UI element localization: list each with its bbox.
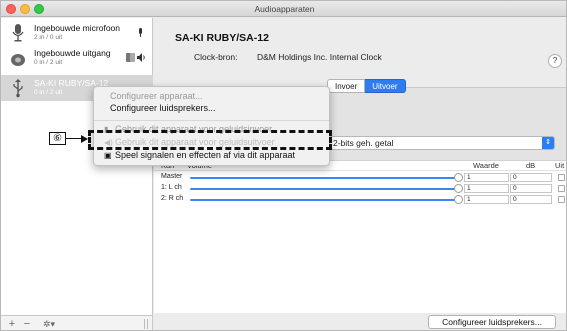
header-uit: Uit [555, 161, 565, 170]
menu-separator [94, 120, 329, 121]
menu-item-label: Speel signalen en effecten af via dit ap… [115, 150, 295, 160]
menu-item-configure-device[interactable]: Configureer apparaat... [110, 91, 203, 101]
mute-checkbox[interactable] [558, 185, 565, 192]
device-io: 0 in / 2 uit [34, 89, 63, 96]
configure-speakers-button[interactable]: Configureer luidsprekers... [428, 315, 556, 329]
volume-slider-knob[interactable] [454, 184, 463, 193]
help-button[interactable]: ? [548, 54, 562, 68]
volume-slider-track[interactable] [190, 199, 458, 201]
usb-icon [13, 79, 23, 98]
channel-label: 1: L ch [161, 184, 182, 191]
audio-devices-window: Audioapparaten Ingebouwde microfoon 2 in… [0, 0, 567, 331]
format-select-value: 2-bits geh. getal [333, 138, 394, 148]
add-device-button[interactable]: + [6, 318, 18, 330]
value-field[interactable]: 1 [464, 173, 509, 182]
table-row: 1: L ch 1 0 [154, 184, 566, 193]
device-item-microphone[interactable]: Ingebouwde microfoon 2 in / 0 uit [1, 20, 153, 46]
db-field[interactable]: 0 [510, 173, 552, 182]
device-detail-pane: SA-KI RUBY/SA-12 Clock-bron: D&M Holding… [154, 18, 566, 330]
device-name: Ingebouwde uitgang [34, 48, 111, 58]
value-field[interactable]: 1 [464, 195, 509, 204]
db-field[interactable]: 0 [510, 195, 552, 204]
resize-handle[interactable] [144, 319, 148, 329]
volume-table: Kan Volume Waarde dB Uit Master 1 0 1: L… [154, 160, 566, 313]
table-row: Master 1 0 [154, 173, 566, 182]
channel-label: 2: R ch [161, 195, 184, 202]
step-callout: ⑥ [49, 132, 66, 145]
device-name: Ingebouwde microfoon [34, 23, 121, 33]
mute-checkbox[interactable] [558, 196, 565, 203]
window-title: Audioapparaten [254, 4, 315, 14]
microphone-icon [12, 24, 24, 42]
volume-slider-track[interactable] [190, 177, 458, 179]
header-waarde: Waarde [473, 161, 499, 170]
finder-icon [126, 53, 135, 62]
clock-source-label: Clock-bron: [194, 52, 238, 62]
format-select[interactable]: 2-bits geh. getal ⇕ [329, 136, 555, 150]
io-tabs: Invoer Uitvoer [327, 79, 406, 93]
device-item-builtin-output[interactable]: Ingebouwde uitgang 0 in / 2 uit [1, 45, 153, 71]
highlight-dashed-box [88, 130, 332, 150]
channel-label: Master [161, 173, 183, 180]
context-menu: Configureer apparaat... Configureer luid… [93, 86, 330, 166]
title-bar: Audioapparaten [1, 1, 566, 17]
callout-arrow-line [66, 138, 82, 139]
default-input-mic-icon [139, 28, 142, 37]
device-title: SA-KI RUBY/SA-12 [175, 32, 269, 44]
tab-uitvoer[interactable]: Uitvoer [365, 79, 406, 93]
header-db: dB [526, 161, 536, 170]
volume-slider-track[interactable] [190, 188, 458, 190]
menu-item-play-alerts[interactable]: ▣ Speel signalen en effecten af via dit a… [104, 150, 295, 160]
clock-source-value[interactable]: D&M Holdings Inc. Internal Clock [257, 52, 382, 62]
mute-checkbox[interactable] [558, 174, 565, 181]
device-io: 0 in / 2 uit [34, 59, 63, 66]
remove-device-button[interactable]: − [21, 318, 33, 330]
finder-icon: ▣ [104, 151, 112, 160]
sidebar-toolbar: + − ✲▾ [1, 315, 153, 330]
gear-menu-button[interactable]: ✲▾ [38, 318, 60, 330]
db-field[interactable]: 0 [510, 184, 552, 193]
menu-item-configure-speakers[interactable]: Configureer luidsprekers... [110, 103, 216, 113]
device-list: Ingebouwde microfoon 2 in / 0 uit Ingebo… [1, 18, 153, 315]
value-field[interactable]: 1 [464, 184, 509, 193]
callout-arrow-head [81, 135, 88, 143]
table-row: 2: R ch 1 0 [154, 195, 566, 204]
speaker-icon [11, 54, 25, 66]
volume-slider-knob[interactable] [454, 195, 463, 204]
select-arrows-icon: ⇕ [542, 137, 554, 149]
default-output-speaker-icon [137, 53, 145, 62]
device-io: 2 in / 0 uit [34, 34, 63, 41]
volume-slider-knob[interactable] [454, 173, 463, 182]
tab-invoer[interactable]: Invoer [327, 79, 366, 93]
